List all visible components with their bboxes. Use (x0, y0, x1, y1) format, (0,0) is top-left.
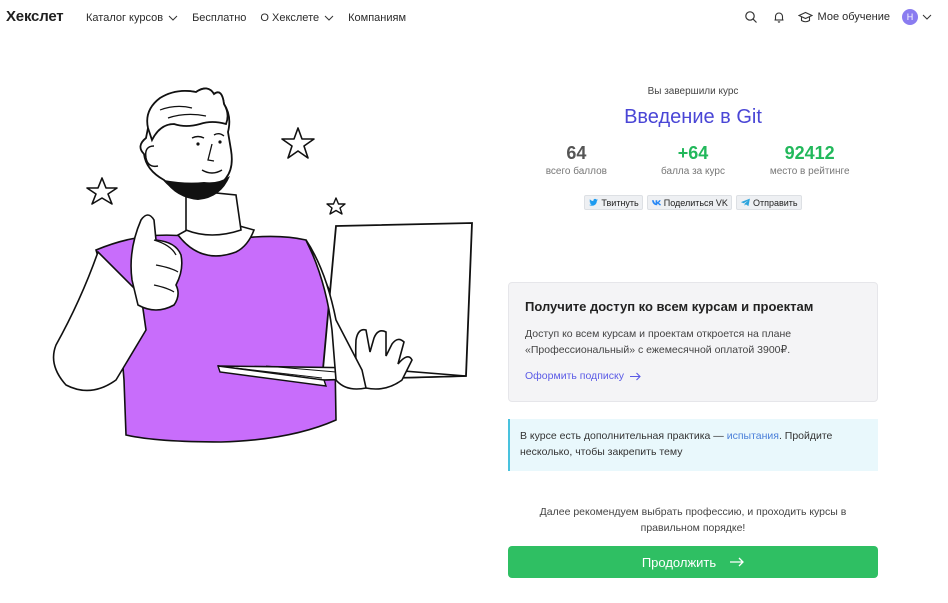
share-vk-label: Поделиться VK (663, 197, 728, 208)
continue-button[interactable]: Продолжить (508, 546, 878, 578)
nav-free[interactable]: Бесплатно (192, 12, 246, 24)
stat-label: место в рейтинге (769, 166, 850, 177)
vk-icon (651, 200, 661, 206)
star-icon (86, 177, 118, 205)
practice-text: . Пройдите (778, 430, 833, 442)
stat-course-points: +64 балла за курс (635, 143, 752, 177)
nav-catalog[interactable]: Каталог курсов (86, 12, 178, 24)
continue-button-label: Продолжить (641, 554, 717, 570)
course-title: Введение в Git (624, 106, 762, 128)
nav-free-label: Бесплатно (192, 12, 247, 24)
practice-text-line: В курсе есть дополнительная практика — и… (520, 428, 868, 444)
stat-label: балла за курс (661, 166, 725, 177)
stat-total-points: 64 всего баллов (518, 143, 635, 177)
subscription-text: Доступ ко всем курсам и проектам откроет… (525, 326, 861, 358)
star-icon (326, 197, 346, 215)
graduation-cap-icon (797, 11, 813, 22)
header-actions: Мое обучение Н (730, 9, 932, 25)
subscription-text-line: Доступ ко всем курсам и проектам откроет… (525, 328, 792, 340)
course-completion-panel: Вы завершили курс Введение в Git 64 всег… (508, 86, 878, 578)
user-menu[interactable]: Н (902, 9, 932, 25)
challenges-link[interactable]: испытания (727, 430, 779, 442)
share-telegram-button[interactable]: Отправить (735, 195, 802, 210)
stat-rating-place: 92412 место в рейтинге (751, 143, 868, 177)
chevron-down-icon (324, 15, 334, 21)
subscribe-link-label: Оформить подписку (525, 370, 624, 382)
subscription-title: Получите доступ ко всем курсам и проекта… (525, 299, 814, 314)
stat-label: всего баллов (545, 166, 607, 177)
recommendation-line: правильном порядке! (640, 522, 746, 534)
share-twitter-button[interactable]: Твитнуть (584, 195, 643, 210)
hexlet-logo[interactable]: Хекслет (6, 8, 64, 25)
recommendation-line: Далее рекомендуем выбрать профессию, и п… (539, 506, 847, 518)
person-with-laptop-illustration (52, 87, 473, 443)
avatar: Н (902, 9, 918, 25)
nav-companies-label: Компаниям (348, 12, 407, 24)
nav-companies[interactable]: Компаниям (348, 12, 406, 24)
practice-text-line: несколько, чтобы закрепить тему (520, 446, 683, 458)
stat-value: 92412 (784, 143, 835, 163)
telegram-icon (740, 198, 750, 207)
completion-label: Вы завершили курс (647, 86, 739, 97)
arrow-right-icon (730, 557, 745, 567)
practice-notice: В курсе есть дополнительная практика — и… (508, 419, 878, 471)
bell-icon[interactable] (772, 10, 786, 24)
stats-row: 64 всего баллов +64 балла за курс 92412 … (508, 143, 878, 177)
nav-about[interactable]: О Хекслете (260, 12, 334, 24)
search-icon[interactable] (744, 10, 758, 24)
star-icon (281, 127, 315, 159)
main-nav: Каталог курсов Бесплатно О Хекслете Комп… (86, 12, 420, 24)
share-telegram-label: Отправить (752, 197, 798, 208)
recommendation-text: Далее рекомендуем выбрать профессию, и п… (508, 504, 878, 536)
arrow-right-icon (629, 372, 641, 380)
share-twitter-label: Твитнуть (601, 197, 639, 208)
share-vk-button[interactable]: Поделиться VK (646, 195, 732, 210)
top-navbar: Хекслет Каталог курсов Бесплатно О Хексл… (0, 0, 948, 38)
nav-catalog-label: Каталог курсов (86, 12, 164, 24)
nav-about-label: О Хекслете (260, 12, 320, 24)
twitter-icon (589, 198, 599, 206)
subscription-text-line: «Профессиональный» с ежемесячной оплатой… (525, 344, 791, 356)
my-learning-label: Мое обучение (817, 11, 890, 23)
practice-text: В курсе есть дополнительная практика — (520, 430, 727, 442)
my-learning-link[interactable]: Мое обучение (797, 11, 890, 24)
share-buttons: Твитнуть Поделиться VK Отправить (508, 195, 878, 210)
subscribe-link[interactable]: Оформить подписку (525, 370, 641, 382)
stat-value: 64 (566, 143, 587, 163)
subscription-card: Получите доступ ко всем курсам и проекта… (508, 282, 878, 402)
chevron-down-icon (168, 15, 178, 21)
chevron-down-icon (922, 14, 932, 20)
stat-value: +64 (677, 143, 709, 163)
